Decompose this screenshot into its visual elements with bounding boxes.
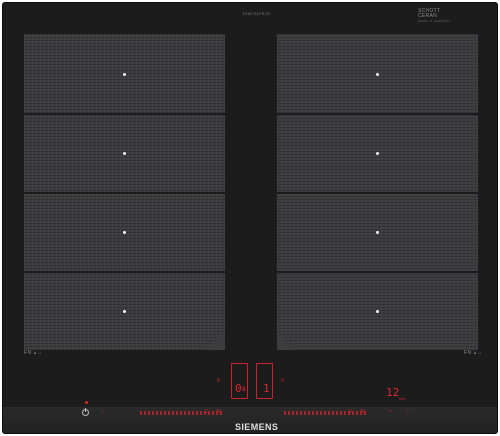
left-zone-wedge xyxy=(206,332,225,350)
left-zone-3[interactable] xyxy=(24,194,225,271)
left-zone-label: FN ⩓↔ xyxy=(24,350,43,356)
zone-center-dot xyxy=(376,73,379,76)
schott-ceran-logo: SCHOTT CERAN MADE IN GERMANY xyxy=(418,9,451,24)
zone-center-dot xyxy=(123,152,126,155)
model-marking: EH875LFE1E xyxy=(243,11,271,16)
right-small-indicator: 0 xyxy=(281,378,284,384)
left-timer-display[interactable]: 0 8 xyxy=(231,363,248,399)
left-small-indicator: 8 xyxy=(217,378,220,384)
left-zone-2[interactable] xyxy=(24,115,225,192)
zone-center-dot xyxy=(376,152,379,155)
power-level-display: 12 xyxy=(386,386,400,399)
zone-center-dot xyxy=(376,310,379,313)
power-indicator-light xyxy=(85,401,88,404)
left-zone-4[interactable] xyxy=(24,273,225,350)
left-cooking-area[interactable] xyxy=(24,34,225,350)
right-slider-end-mark[interactable]: E xyxy=(349,409,352,415)
right-timer-display[interactable]: 1 xyxy=(256,363,273,399)
left-zone-1[interactable] xyxy=(24,34,225,113)
right-slider-end-mark-2[interactable]: W xyxy=(360,409,365,415)
bottom-left-mark[interactable]: → xyxy=(100,408,105,414)
power-level-unit: min xyxy=(399,396,406,401)
zone-center-dot xyxy=(123,310,126,313)
right-zone-label: FN ⩓↔ xyxy=(464,350,483,356)
power-icon[interactable] xyxy=(82,408,89,416)
zone-center-dot xyxy=(123,231,126,234)
right-zone-2[interactable] xyxy=(277,115,478,192)
schott-small-text: MADE IN GERMANY xyxy=(417,19,451,23)
left-slider-end-mark-2[interactable]: W xyxy=(216,409,221,415)
zone-center-dot xyxy=(123,73,126,76)
home-connect-icon[interactable]: ⌂ xyxy=(389,408,392,414)
siemens-logo: SIEMENS xyxy=(235,422,279,432)
timer-digit: 0 xyxy=(235,382,242,395)
right-zone-wedge xyxy=(277,332,296,350)
timer-subdigit: 8 xyxy=(242,386,246,393)
right-zone-3[interactable] xyxy=(277,194,478,271)
timer-digit: 1 xyxy=(263,382,270,395)
left-slider-end-mark[interactable]: C xyxy=(205,409,209,415)
right-power-slider[interactable] xyxy=(284,411,366,415)
right-cooking-area[interactable] xyxy=(277,34,478,350)
right-zone-4[interactable] xyxy=(277,273,478,350)
zone-center-dot xyxy=(376,231,379,234)
home-connect-icon-2[interactable]: ⌂ xyxy=(406,408,409,414)
right-zone-1[interactable] xyxy=(277,34,478,113)
induction-cooktop: EH875LFE1E SCHOTT CERAN MADE IN GERMANY … xyxy=(2,2,498,434)
left-power-slider[interactable] xyxy=(140,411,222,415)
